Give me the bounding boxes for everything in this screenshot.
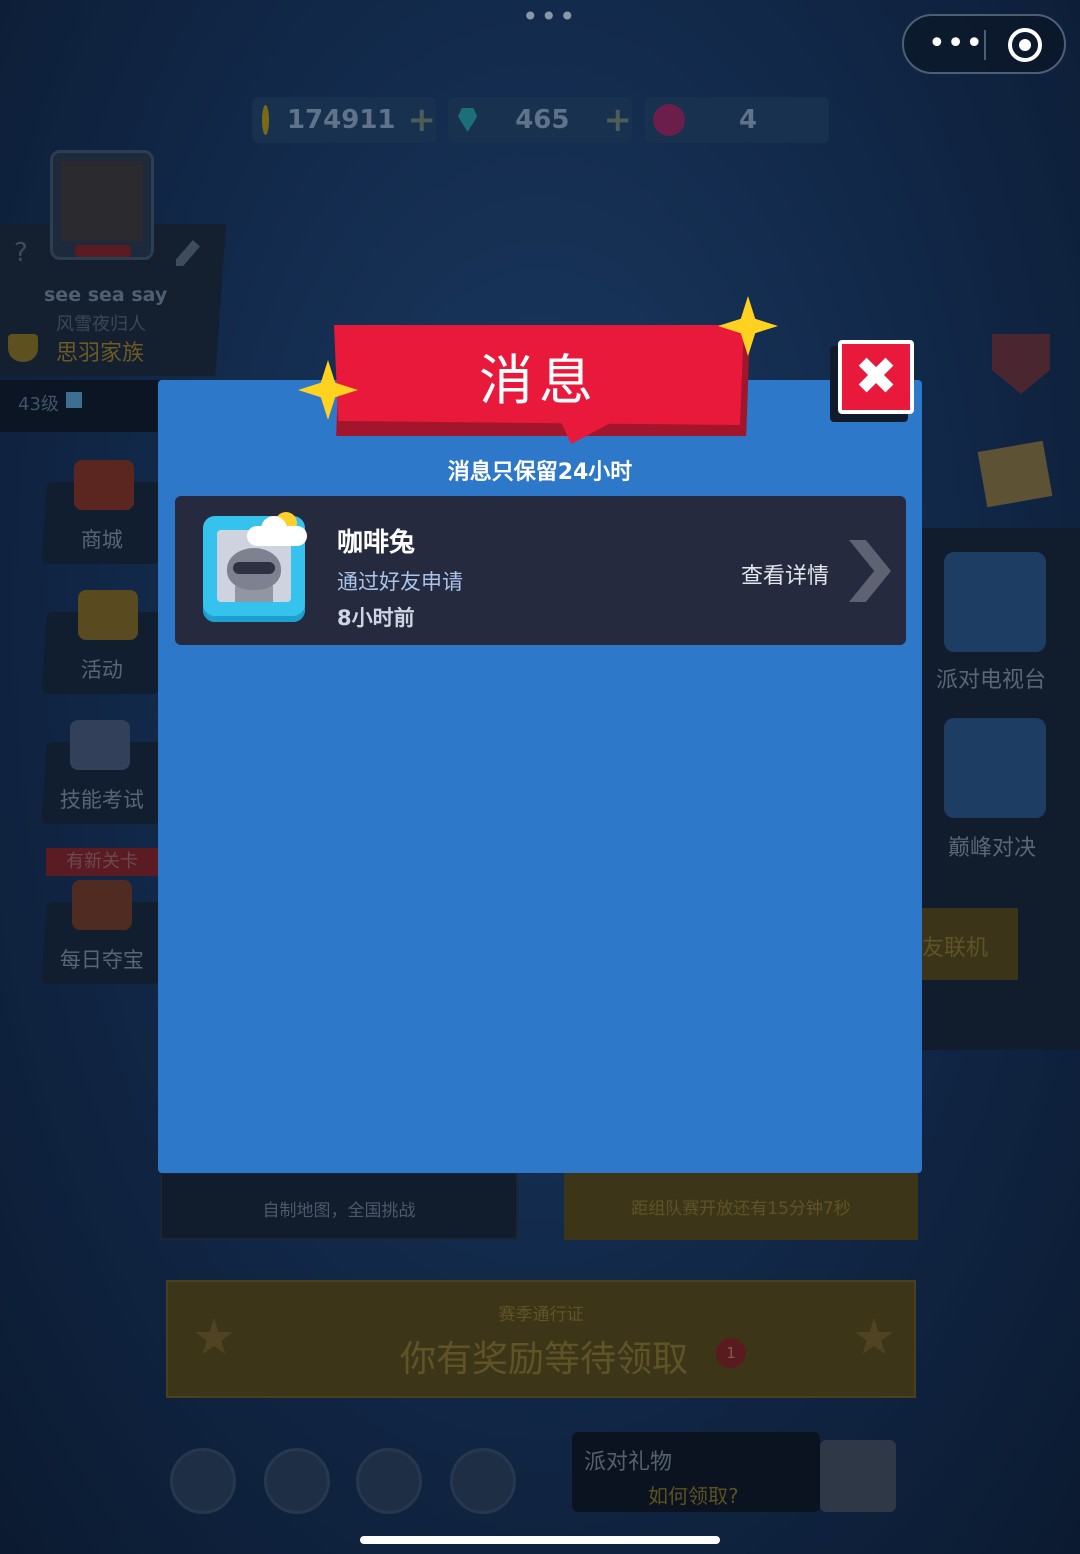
- message-item[interactable]: 咖啡兔 通过好友申请 8小时前 查看详情: [175, 496, 906, 645]
- gift-box-icon[interactable]: [820, 1440, 896, 1512]
- close-button[interactable]: ✖: [838, 340, 914, 414]
- tv-camera-icon[interactable]: [944, 552, 1046, 652]
- top-handle: •••: [522, 0, 578, 33]
- skill-test-icon: [70, 720, 130, 770]
- profile-name: see sea say: [44, 284, 168, 306]
- medal-value: 4: [739, 105, 758, 135]
- season-pass-text: 你有奖励等待领取: [400, 1339, 689, 1380]
- menu-skill-test-label: 技能考试: [59, 788, 144, 812]
- menu-activity-label: 活动: [80, 658, 123, 682]
- view-details-link[interactable]: 查看详情: [741, 558, 829, 590]
- medal-counter[interactable]: 4: [645, 97, 829, 143]
- family-badge-icon: [8, 334, 38, 362]
- team-match-card[interactable]: 距组队赛开放还有15分钟7秒: [564, 1172, 918, 1240]
- menu-shop-label: 商城: [80, 528, 123, 552]
- party-gift-link[interactable]: 如何领取?: [648, 1480, 739, 1509]
- chat-icon[interactable]: [170, 1448, 236, 1514]
- chevron-right-icon[interactable]: [849, 540, 891, 602]
- season-pass-badge: 1: [716, 1338, 746, 1368]
- profile-family[interactable]: 思羽家族: [56, 335, 144, 367]
- activity-icon: [78, 590, 138, 640]
- mini-program-capsule[interactable]: •••: [902, 14, 1066, 74]
- party-gift-title: 派对礼物: [584, 1450, 673, 1475]
- capsule-divider: [984, 30, 986, 60]
- level-progress: [66, 392, 82, 408]
- close-miniprogram-icon[interactable]: [1008, 28, 1042, 62]
- season-pass-banner[interactable]: 赛季通行证 你有奖励等待领取 1: [166, 1280, 916, 1398]
- message-sender: 咖啡兔: [337, 528, 416, 558]
- profile-title: 风雪夜归人: [56, 314, 146, 335]
- megaphone-icon[interactable]: [264, 1448, 330, 1514]
- new-level-badge: 有新关卡: [46, 848, 158, 876]
- coin-counter[interactable]: 174911 +: [252, 97, 436, 143]
- gem-counter[interactable]: 465 +: [448, 97, 632, 143]
- message-action: 通过好友申请: [337, 570, 463, 594]
- shop-icon: [74, 460, 134, 510]
- friend-link-button[interactable]: 友联机: [922, 908, 1018, 980]
- more-icon[interactable]: •••: [928, 26, 984, 61]
- profile-avatar[interactable]: [50, 150, 154, 260]
- headset-icon[interactable]: [356, 1448, 422, 1514]
- level-bar: 43级: [0, 380, 160, 432]
- team-match-desc: 距组队赛开放还有15分钟7秒: [631, 1199, 851, 1219]
- level-text: 43级: [18, 394, 59, 415]
- medal-icon: [653, 104, 685, 136]
- help-icon[interactable]: ?: [14, 238, 28, 268]
- custom-map-desc: 自制地图，全国挑战: [262, 1201, 416, 1221]
- add-coin-icon[interactable]: +: [408, 100, 437, 140]
- modal-subtitle: 消息只保留24小时: [447, 460, 633, 485]
- cards-icon[interactable]: [977, 440, 1053, 508]
- weather-cloud-icon: [247, 512, 309, 546]
- settings-gear-icon[interactable]: [450, 1448, 516, 1514]
- custom-map-card[interactable]: 自制地图，全国挑战: [160, 1172, 518, 1240]
- treasure-chest-icon: [72, 880, 132, 930]
- coin-value: 174911: [286, 105, 396, 135]
- gem-icon: [458, 108, 478, 132]
- retro-tv-icon[interactable]: [944, 718, 1046, 818]
- gem-value: 465: [515, 105, 570, 135]
- message-time: 8小时前: [337, 606, 415, 630]
- party-tv-label[interactable]: 派对电视台: [936, 662, 1046, 694]
- party-gift-panel[interactable]: 派对礼物 如何领取?: [572, 1432, 820, 1512]
- coin-icon: [262, 105, 269, 135]
- friend-link-label: 友联机: [922, 936, 989, 961]
- season-pass-label: 赛季通行证: [498, 1305, 584, 1325]
- peak-battle-label[interactable]: 巅峰对决: [948, 830, 1036, 862]
- close-icon: ✖: [854, 347, 898, 407]
- menu-daily-treasure-label: 每日夺宝: [59, 948, 144, 972]
- modal-title: 消息: [479, 348, 599, 412]
- title-ribbon: 消息: [334, 325, 744, 425]
- add-gem-icon[interactable]: +: [604, 100, 633, 140]
- home-indicator: [360, 1536, 720, 1544]
